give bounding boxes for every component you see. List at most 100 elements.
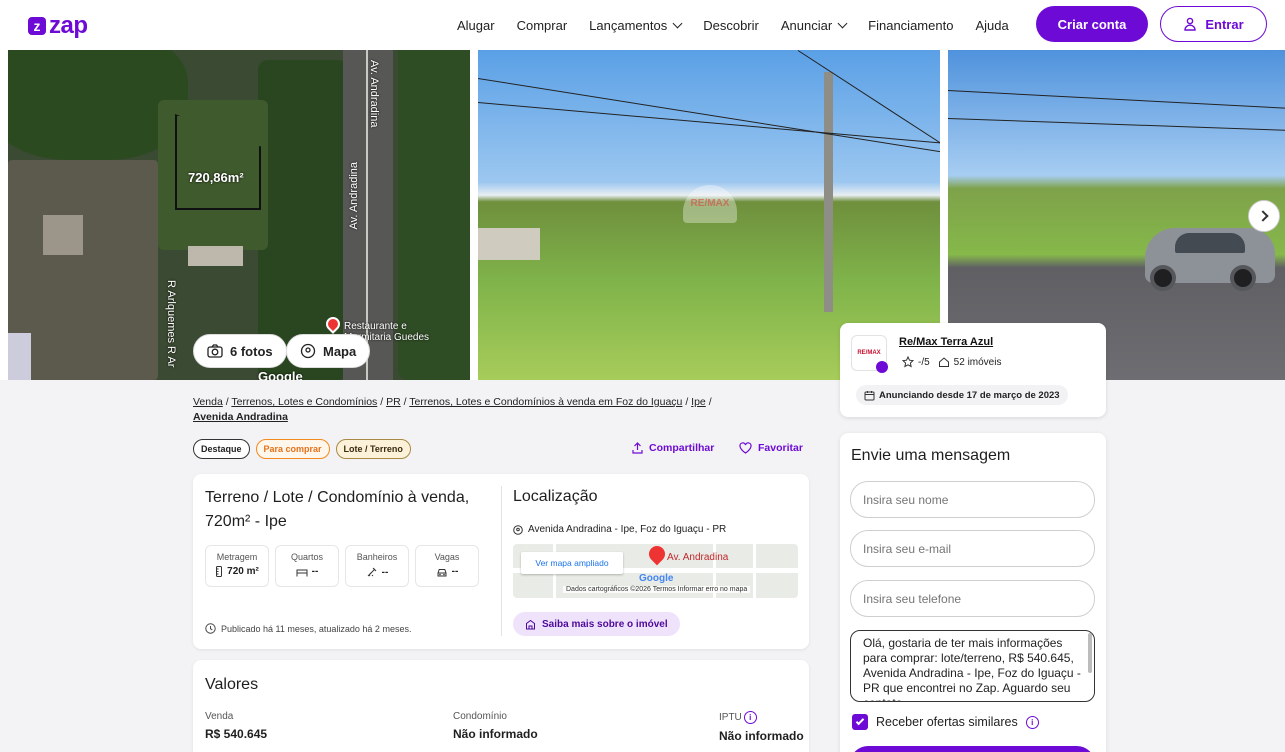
stat-banheiros: Banheiros -- <box>345 545 409 587</box>
card-divider <box>501 486 502 636</box>
photos-label: 6 fotos <box>230 343 273 359</box>
car-window <box>1175 233 1245 253</box>
stat-value: -- <box>276 566 338 577</box>
power-line <box>948 118 1285 131</box>
power-line <box>797 50 940 160</box>
map-button[interactable]: Mapa <box>286 334 371 368</box>
photos-button[interactable]: 6 fotos <box>193 334 287 368</box>
stat-label: Vagas <box>434 552 460 562</box>
similar-offers-row: Receber ofertas similares i <box>852 714 1039 730</box>
user-icon <box>1184 17 1197 31</box>
nav-label: Lançamentos <box>589 17 668 33</box>
favorite-button[interactable]: Favoritar <box>739 442 803 454</box>
nav-ajuda[interactable]: Ajuda <box>975 18 1008 33</box>
nav-lancamentos[interactable]: Lançamentos <box>589 17 683 33</box>
breadcrumb-item[interactable]: Venda <box>193 396 223 408</box>
tag-lote-terreno: Lote / Terreno <box>335 439 411 459</box>
info-icon[interactable]: i <box>1025 715 1039 729</box>
share-button[interactable]: Compartilhar <box>632 442 714 454</box>
map-pin-icon <box>645 544 669 566</box>
logo-text: zap <box>49 12 88 39</box>
building <box>43 215 83 255</box>
nav-descobrir[interactable]: Descobrir <box>703 18 759 33</box>
value-label: IPTU <box>719 712 742 723</box>
map-street-label: Av. Andradina <box>667 552 729 563</box>
learn-more-button[interactable]: Saiba mais sobre o imóvel <box>513 612 680 636</box>
values-card: Valores Venda R$ 540.645 Condomínio Não … <box>193 660 809 752</box>
listings-count: 52 imóveis <box>953 356 1002 368</box>
map-label: Mapa <box>323 343 357 359</box>
stat-label: Quartos <box>290 552 323 562</box>
send-message-button[interactable] <box>850 746 1095 752</box>
zap-logo[interactable]: z zap <box>28 12 88 40</box>
nav-label: Anunciar <box>780 17 833 33</box>
login-button[interactable]: Entrar <box>1160 6 1267 42</box>
value-venda: Venda R$ 540.645 <box>205 711 267 741</box>
gallery-next-button[interactable] <box>1248 200 1280 232</box>
car-icon <box>437 568 447 576</box>
view-larger-map-button[interactable]: Ver mapa ampliado <box>521 552 623 574</box>
textarea-scrollbar[interactable] <box>1088 633 1092 673</box>
advertising-since-badge: Anunciando desde 17 de março de 2023 <box>856 385 1068 405</box>
stat-label: Banheiros <box>356 552 398 562</box>
check-icon <box>855 716 865 726</box>
google-watermark: Google <box>258 369 303 380</box>
similar-offers-label[interactable]: Receber ofertas similares <box>876 715 1018 729</box>
stat-value-text: -- <box>451 566 459 577</box>
premium-badge-icon <box>876 361 888 373</box>
building-wall <box>478 228 540 260</box>
gallery-photo-satellite[interactable]: 720,86m² Av. Andradina Av. Andradina R A… <box>8 50 470 380</box>
nav-label: Comprar <box>516 17 568 33</box>
breadcrumb-item[interactable]: Terrenos, Lotes e Condomínios à venda em… <box>409 396 682 408</box>
nav-label: Ajuda <box>975 17 1009 33</box>
stat-value: -- <box>346 566 408 578</box>
advertiser-name[interactable]: Re/Max Terra Azul <box>899 336 993 348</box>
value-label: Venda <box>205 711 234 722</box>
nav-financiamento[interactable]: Financiamento <box>868 18 953 33</box>
car-wheel <box>1230 265 1256 291</box>
ruler-icon <box>216 566 223 577</box>
star-icon <box>902 356 914 368</box>
street-label: R Arlquemes R Ar <box>165 280 177 368</box>
map-footer[interactable]: Dados cartográficos ©2026 Termos Informa… <box>563 586 751 593</box>
phone-input[interactable] <box>850 580 1095 617</box>
share-label: Compartilhar <box>649 442 715 454</box>
clock-icon <box>205 623 216 634</box>
value-iptu: IPTU i Não informado <box>719 711 804 743</box>
home-icon <box>938 357 949 367</box>
breadcrumb-separator: / <box>685 396 689 408</box>
stat-vagas: Vagas -- <box>415 545 479 587</box>
breadcrumb-item[interactable]: Ipe <box>691 396 706 408</box>
breadcrumb-separator: / <box>708 396 712 408</box>
breadcrumb-item[interactable]: Terrenos, Lotes e Condomínios <box>231 396 377 408</box>
main-nav: Alugar Comprar Lançamentos Descobrir Anu… <box>457 0 1031 50</box>
similar-offers-checkbox[interactable] <box>852 714 868 730</box>
breadcrumb-separator: / <box>225 396 229 408</box>
name-input[interactable] <box>850 481 1095 518</box>
top-header: z zap Alugar Comprar Lançamentos Descobr… <box>0 0 1285 50</box>
tag-para-comprar: Para comprar <box>255 439 330 459</box>
message-textarea[interactable]: Olá, gostaria de ter mais informações pa… <box>850 630 1095 702</box>
street-label: Av. Andradina <box>368 60 380 128</box>
location-pin-icon <box>300 343 316 359</box>
shower-icon <box>367 567 377 577</box>
listing-title: Terreno / Lote / Condomínio à venda, 720… <box>205 489 470 530</box>
advertiser-rating: -/5 <box>902 356 930 368</box>
stat-value-text: 720 m² <box>227 566 259 577</box>
advertiser-listings: 52 imóveis <box>938 356 1002 368</box>
nav-comprar[interactable]: Comprar <box>517 18 568 33</box>
create-account-button[interactable]: Criar conta <box>1036 6 1148 42</box>
stat-value: -- <box>416 566 478 577</box>
breadcrumb-separator: / <box>380 396 384 408</box>
breadcrumb-item[interactable]: PR <box>386 396 401 408</box>
power-line <box>478 78 940 153</box>
info-icon[interactable]: i <box>743 711 757 724</box>
breadcrumb: Venda / Terrenos, Lotes e Condomínios / … <box>193 395 753 425</box>
location-title: Localização <box>513 488 598 505</box>
nav-anunciar[interactable]: Anunciar <box>780 17 848 33</box>
listing-stats: Metragem 720 m² Quartos -- Banheiros -- … <box>205 545 479 587</box>
email-input[interactable] <box>850 530 1095 567</box>
location-mini-map[interactable]: Ver mapa ampliado Av. Andradina Google D… <box>513 544 798 598</box>
nav-alugar[interactable]: Alugar <box>457 18 495 33</box>
value-amount: Não informado <box>719 729 804 743</box>
